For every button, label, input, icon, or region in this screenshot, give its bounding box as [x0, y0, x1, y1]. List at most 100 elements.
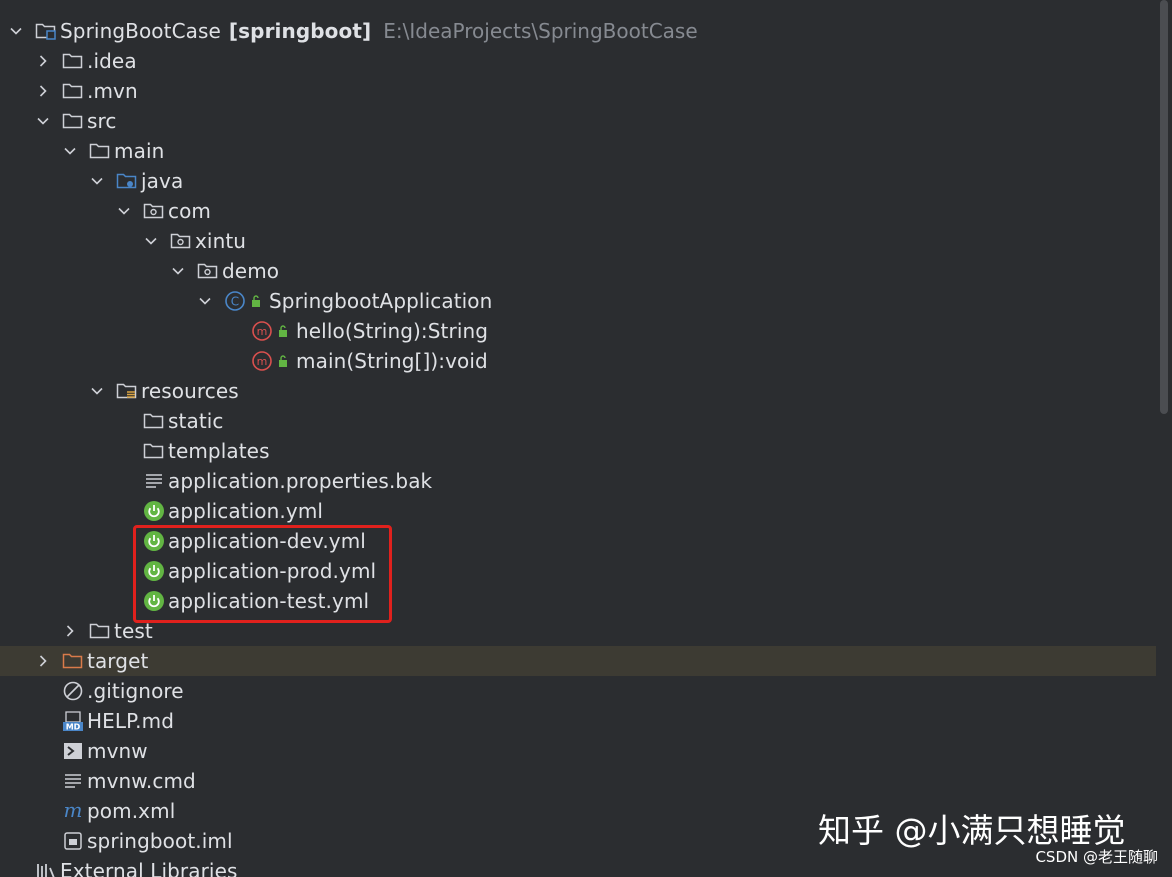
markdown-file-icon: MD: [61, 706, 85, 736]
tree-item-label: resources: [141, 379, 239, 403]
chevron-right-icon[interactable]: [33, 646, 53, 676]
tree-row-application-prod-yml[interactable]: application-prod.yml: [0, 556, 1156, 586]
tree-row-method-hello[interactable]: m hello(String):String: [0, 316, 1156, 346]
tree-item-label: java: [141, 169, 184, 193]
ignore-file-icon: [61, 676, 85, 706]
chevron-down-icon[interactable]: [141, 226, 161, 256]
vertical-scrollbar[interactable]: [1160, 0, 1168, 414]
tree-item-label: templates: [168, 439, 270, 463]
watermark-csdn: CSDN @老王随聊: [1035, 848, 1158, 866]
folder-icon: [61, 106, 85, 136]
tree-row-mvnw-cmd[interactable]: mvnw.cmd: [0, 766, 1156, 796]
tree-item-label: mvnw.cmd: [87, 769, 196, 793]
tree-item-label: static: [168, 409, 224, 433]
chevron-down-icon[interactable]: [60, 136, 80, 166]
tree-item-label: com: [168, 199, 212, 223]
tree-item-label: hello(String):String: [296, 319, 489, 343]
tree-row-static[interactable]: static: [0, 406, 1156, 436]
tree-item-label: target: [87, 649, 149, 673]
tree-row-src[interactable]: src: [0, 106, 1156, 136]
folder-icon: [142, 406, 166, 436]
tree-row-gitignore[interactable]: .gitignore: [0, 676, 1156, 706]
folder-icon: [61, 76, 85, 106]
tree-item-label: pom.xml: [87, 799, 176, 823]
method-icon: m: [250, 346, 274, 376]
package-icon: [169, 226, 193, 256]
source-root-icon: [115, 166, 139, 196]
tree-row-application-dev-yml[interactable]: application-dev.yml: [0, 526, 1156, 556]
tree-item-label: mvnw: [87, 739, 148, 763]
resources-root-icon: [115, 376, 139, 406]
shell-script-icon: [61, 736, 85, 766]
chevron-down-icon[interactable]: [33, 106, 53, 136]
tree-item-label: application-prod.yml: [168, 559, 377, 583]
chevron-down-icon[interactable]: [87, 376, 107, 406]
tree-row-idea[interactable]: .idea: [0, 46, 1156, 76]
tree-row-mvn[interactable]: .mvn: [0, 76, 1156, 106]
tree-item-label: springboot.iml: [87, 829, 233, 853]
class-icon: C: [223, 286, 247, 316]
folder-icon: [88, 136, 112, 166]
tree-row-xintu[interactable]: xintu: [0, 226, 1156, 256]
chevron-down-icon[interactable]: [6, 16, 26, 46]
chevron-down-icon[interactable]: [87, 166, 107, 196]
tree-item-label: .mvn: [87, 79, 138, 103]
tree-item-label: SpringbootApplication: [269, 289, 493, 313]
tree-row-java[interactable]: java: [0, 166, 1156, 196]
folder-icon: [61, 46, 85, 76]
tree-row-test[interactable]: test: [0, 616, 1156, 646]
tree-row-project-root[interactable]: SpringBootCase [springboot] E:\IdeaProje…: [0, 16, 1156, 46]
text-file-icon: [61, 766, 85, 796]
svg-text:m: m: [257, 325, 268, 338]
tree-item-label: HELP.md: [87, 709, 174, 733]
spring-config-icon: [142, 556, 166, 586]
tree-row-resources[interactable]: resources: [0, 376, 1156, 406]
spring-config-icon: [142, 586, 166, 616]
tree-item-label: main(String[]):void: [296, 349, 488, 373]
tree-row-application-yml[interactable]: application.yml: [0, 496, 1156, 526]
tree-item-label: main: [114, 139, 165, 163]
svg-text:m: m: [257, 355, 268, 368]
chevron-down-icon[interactable]: [168, 256, 188, 286]
excluded-folder-icon: [61, 646, 85, 676]
tree-row-com[interactable]: com: [0, 196, 1156, 226]
tree-row-help-md[interactable]: MD HELP.md: [0, 706, 1156, 736]
public-access-icon: [276, 316, 290, 346]
package-icon: [196, 256, 220, 286]
watermark-zhihu: 知乎 @小满只想睡觉: [818, 811, 1126, 850]
library-icon: [34, 856, 58, 877]
chevron-right-icon[interactable]: [60, 616, 80, 646]
tree-row-templates[interactable]: templates: [0, 436, 1156, 466]
chevron-down-icon[interactable]: [195, 286, 215, 316]
tree-row-target[interactable]: target: [0, 646, 1156, 676]
module-file-icon: [61, 826, 85, 856]
public-access-icon: [276, 346, 290, 376]
public-access-icon: [249, 286, 263, 316]
tree-item-label: application-test.yml: [168, 589, 370, 613]
tree-row-mvnw[interactable]: mvnw: [0, 736, 1156, 766]
tree-item-label: test: [114, 619, 153, 643]
maven-icon: m: [61, 796, 85, 826]
tree-row-method-main[interactable]: m main(String[]):void: [0, 346, 1156, 376]
chevron-right-icon[interactable]: [33, 46, 53, 76]
tree-item-label: .idea: [87, 49, 137, 73]
tree-row-properties-bak[interactable]: application.properties.bak: [0, 466, 1156, 496]
tree-item-label: xintu: [195, 229, 247, 253]
tree-row-demo[interactable]: demo: [0, 256, 1156, 286]
spring-config-icon: [142, 526, 166, 556]
project-path: E:\IdeaProjects\SpringBootCase: [383, 19, 698, 43]
tree-row-application-test-yml[interactable]: application-test.yml: [0, 586, 1156, 616]
tree-row-external-libraries[interactable]: External Libraries: [0, 856, 1156, 877]
tree-row-main[interactable]: main: [0, 136, 1156, 166]
chevron-down-icon[interactable]: [114, 196, 134, 226]
svg-text:m: m: [64, 800, 83, 822]
tree-item-label: .gitignore: [87, 679, 184, 703]
svg-text:MD: MD: [66, 723, 81, 732]
spring-config-icon: [142, 496, 166, 526]
tree-item-label: demo: [222, 259, 280, 283]
project-name: SpringBootCase: [60, 19, 221, 43]
tree-item-label: application-dev.yml: [168, 529, 366, 553]
chevron-right-icon[interactable]: [33, 76, 53, 106]
module-folder-icon: [34, 16, 58, 46]
tree-row-springboot-application[interactable]: C SpringbootApplication: [0, 286, 1156, 316]
